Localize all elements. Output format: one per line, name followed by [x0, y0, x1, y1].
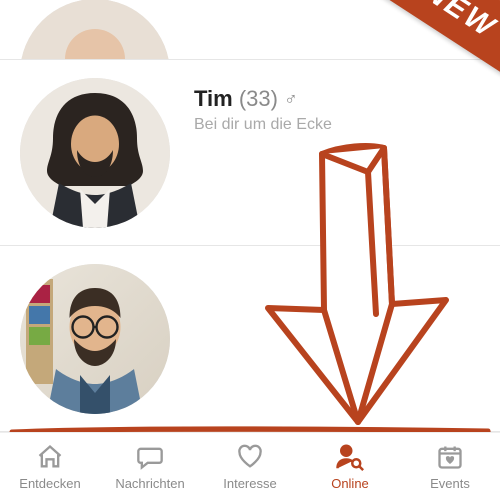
- tab-label: Nachrichten: [115, 476, 184, 491]
- tab-label: Entdecken: [19, 476, 80, 491]
- tab-online[interactable]: Online: [300, 433, 400, 500]
- tab-interest[interactable]: Interesse: [200, 433, 300, 500]
- avatar: [20, 264, 170, 414]
- chat-icon: [136, 442, 164, 472]
- tab-label: Online: [331, 476, 369, 491]
- profile-age: (33): [239, 86, 278, 111]
- tab-discover[interactable]: Entdecken: [0, 433, 100, 500]
- tab-events[interactable]: Events: [400, 433, 500, 500]
- profile-name: Tim: [194, 86, 233, 111]
- profile-name-line: Tim (33) ♂: [194, 86, 332, 112]
- list-item[interactable]: Tim (33) ♂ Bei dir um die Ecke: [0, 60, 500, 246]
- person-search-icon: [335, 442, 365, 472]
- avatar: [20, 78, 170, 228]
- profile-tagline: Bei dir um die Ecke: [194, 116, 332, 134]
- tab-label: Events: [430, 476, 470, 491]
- list-item[interactable]: [0, 246, 500, 432]
- tab-label: Interesse: [223, 476, 276, 491]
- calendar-heart-icon: [436, 442, 464, 472]
- avatar: [20, 0, 170, 59]
- profile-list: Tim (33) ♂ Bei dir um die Ecke: [0, 0, 500, 432]
- male-icon: ♂: [284, 89, 298, 109]
- tab-bar: Entdecken Nachrichten Interesse: [0, 432, 500, 500]
- profile-info: Tim (33) ♂ Bei dir um die Ecke: [194, 78, 332, 134]
- heart-icon: [236, 442, 264, 472]
- tab-messages[interactable]: Nachrichten: [100, 433, 200, 500]
- home-icon: [36, 442, 64, 472]
